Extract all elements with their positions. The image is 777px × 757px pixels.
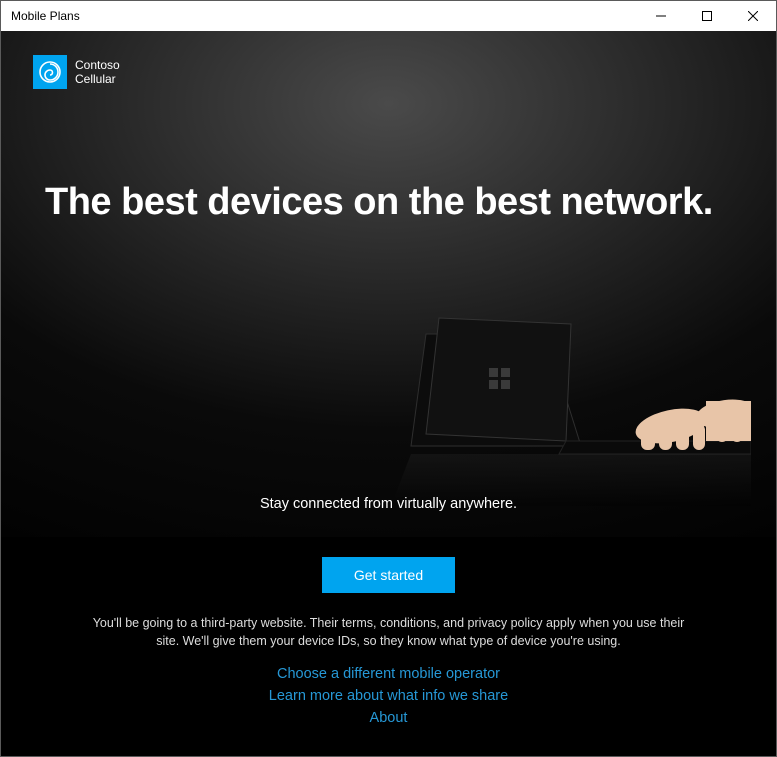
hero-headline: The best devices on the best network. (45, 181, 713, 224)
about-link[interactable]: About (41, 710, 736, 726)
maximize-button[interactable] (684, 1, 730, 31)
app-window: Mobile Plans Contoso Cellular (0, 0, 777, 757)
brand-name-line1: Contoso (75, 58, 120, 72)
device-illustration (371, 306, 751, 486)
footer-links: Choose a different mobile operator Learn… (41, 666, 736, 726)
window-title: Mobile Plans (11, 9, 80, 23)
choose-operator-link[interactable]: Choose a different mobile operator (41, 666, 736, 682)
close-button[interactable] (730, 1, 776, 31)
brand-lockup: Contoso Cellular (33, 55, 120, 89)
content-area: Contoso Cellular The best devices on the… (1, 31, 776, 756)
minimize-icon (656, 11, 666, 21)
window-controls (638, 1, 776, 31)
disclaimer-text: You'll be going to a third-party website… (89, 615, 689, 650)
learn-more-link[interactable]: Learn more about what info we share (41, 688, 736, 704)
close-icon (748, 11, 758, 21)
hero-subheadline: Stay connected from virtually anywhere. (1, 496, 776, 512)
brand-logo (33, 55, 67, 89)
laptop-icon (371, 306, 751, 506)
swirl-icon (38, 60, 62, 84)
get-started-button[interactable]: Get started (322, 557, 455, 593)
brand-name: Contoso Cellular (75, 58, 120, 87)
bottom-section: Get started You'll be going to a third-p… (1, 537, 776, 756)
maximize-icon (702, 11, 712, 21)
brand-name-line2: Cellular (75, 72, 120, 86)
minimize-button[interactable] (638, 1, 684, 31)
titlebar: Mobile Plans (1, 1, 776, 31)
subheadline-area: Stay connected from virtually anywhere. (1, 496, 776, 534)
